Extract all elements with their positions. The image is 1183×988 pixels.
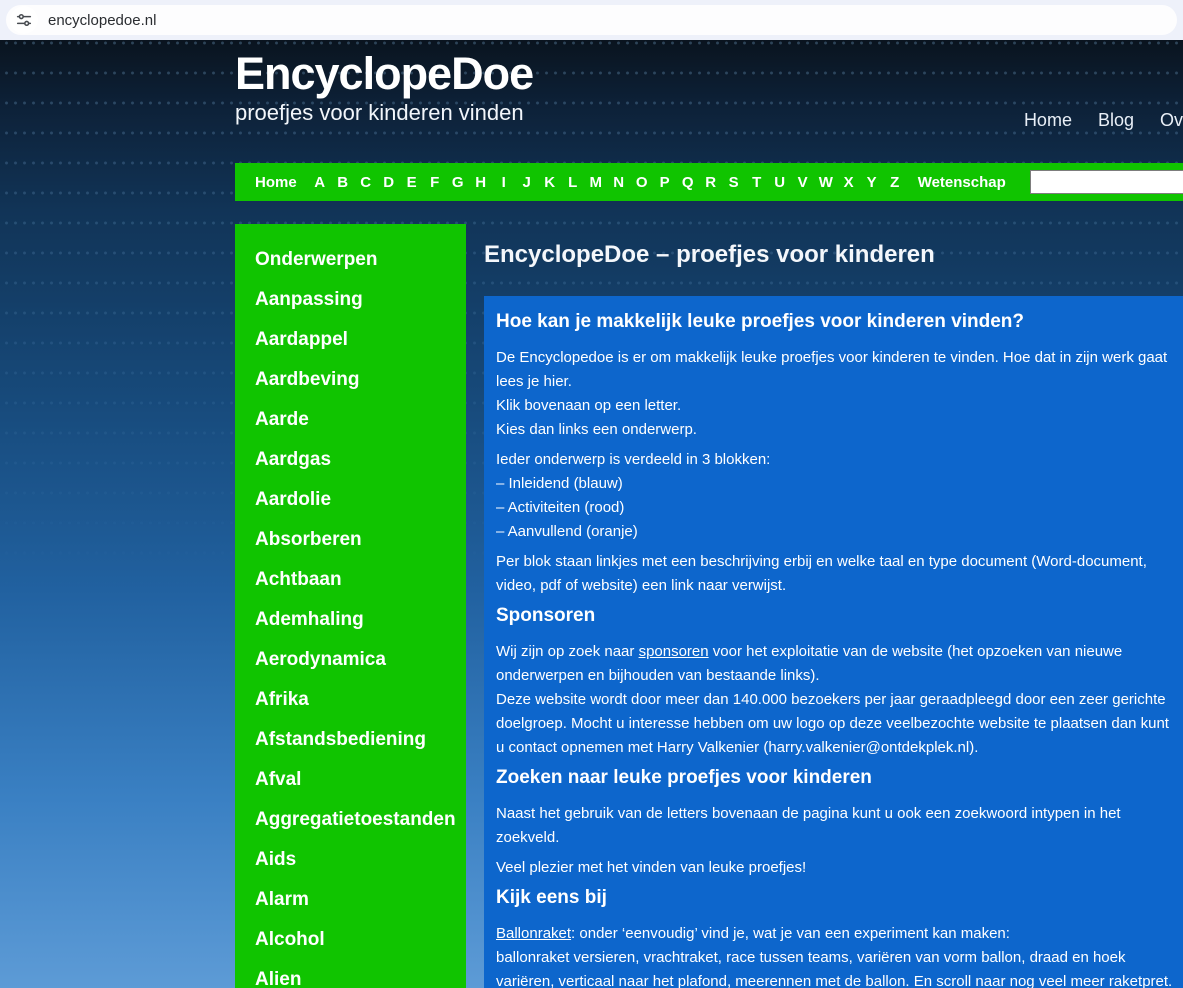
- sidebar-row: Achtbaan: [255, 560, 466, 600]
- paragraph: Naast het gebruik van de letters bovenaa…: [496, 805, 1121, 846]
- paragraph: De Encyclopedoe is er om makkelijk leuke…: [496, 349, 1168, 438]
- sidebar-row: Ademhaling: [255, 600, 466, 640]
- sidebar-item-ademhaling[interactable]: Ademhaling: [255, 609, 364, 630]
- sidebar-item-aggregatietoestanden[interactable]: Aggregatietoestanden: [255, 809, 456, 830]
- sidebar-row: Aids: [255, 840, 466, 880]
- sidebar-row: Aardolie: [255, 480, 466, 520]
- sidebar-item-aanpassing[interactable]: Aanpassing: [255, 289, 363, 310]
- main-content: EncyclopeDoe – proefjes voor kinderen Ho…: [484, 240, 1183, 988]
- sidebar-topics: Onderwerpen Aanpassing Aardappel Aardbevin…: [235, 224, 466, 988]
- section-heading: Zoeken naar leuke proefjes voor kinderen: [496, 767, 872, 788]
- letter-link-p[interactable]: P: [658, 174, 672, 191]
- sidebar-item-aardappel[interactable]: Aardappel: [255, 329, 348, 350]
- sidebar-row: Afrika: [255, 680, 466, 720]
- header-nav: Home Blog Over: [1024, 110, 1183, 131]
- sidebar-item-alarm[interactable]: Alarm: [255, 889, 309, 910]
- letter-link-l[interactable]: L: [566, 174, 580, 191]
- section-heading: Hoe kan je makkelijk leuke proefjes voor…: [496, 311, 1024, 332]
- sidebar-row: Afval: [255, 760, 466, 800]
- letterbar-home-link[interactable]: Home: [255, 174, 297, 191]
- sidebar-row: Aardgas: [255, 440, 466, 480]
- paragraph: Ieder onderwerp is verdeeld in 3 blokken…: [496, 451, 771, 540]
- letter-link-a[interactable]: A: [313, 174, 327, 191]
- sidebar-item-afrika[interactable]: Afrika: [255, 689, 309, 710]
- ballonraket-link[interactable]: Ballonraket: [496, 925, 571, 942]
- letter-link-c[interactable]: C: [359, 174, 373, 191]
- sidebar-item-aarde[interactable]: Aarde: [255, 409, 309, 430]
- sidebar-item-afval[interactable]: Afval: [255, 769, 301, 790]
- sidebar-row: Alcohol: [255, 920, 466, 960]
- letter-link-f[interactable]: F: [428, 174, 442, 191]
- paragraph: Veel plezier met het vinden van leuke pr…: [496, 859, 807, 876]
- letter-link-b[interactable]: B: [336, 174, 350, 191]
- page-title: EncyclopeDoe – proefjes voor kinderen: [484, 241, 935, 268]
- letter-link-y[interactable]: Y: [865, 174, 879, 191]
- paragraph: Ballonraket: onder ‘eenvoudig’ vind je, …: [496, 925, 1173, 988]
- tune-icon: [16, 14, 32, 26]
- letter-link-m[interactable]: M: [589, 174, 603, 191]
- letter-link-z[interactable]: Z: [888, 174, 902, 191]
- sidebar-title: Onderwerpen: [255, 249, 378, 270]
- sidebar-item-absorberen[interactable]: Absorberen: [255, 529, 362, 550]
- sidebar-item-achtbaan[interactable]: Achtbaan: [255, 569, 342, 590]
- sidebar-row: Aanpassing: [255, 280, 466, 320]
- header-nav-home[interactable]: Home: [1024, 110, 1072, 131]
- url-text[interactable]: encyclopedoe.nl: [48, 12, 156, 29]
- sidebar-item-aardolie[interactable]: Aardolie: [255, 489, 331, 510]
- page-background: EncyclopeDoe proefjes voor kinderen vind…: [0, 40, 1183, 988]
- address-bar[interactable]: encyclopedoe.nl: [6, 5, 1177, 35]
- letter-navbar: Home ABCDEFGHIJKLMNOPQRSTUVWXYZ Wetensch…: [235, 163, 1183, 201]
- sidebar-row: Aarde: [255, 400, 466, 440]
- letter-link-t[interactable]: T: [750, 174, 764, 191]
- sponsoren-link[interactable]: sponsoren: [639, 643, 709, 660]
- letter-link-r[interactable]: R: [704, 174, 718, 191]
- section-heading: Sponsoren: [496, 605, 596, 626]
- sidebar-row: Aerodynamica: [255, 640, 466, 680]
- paragraph: Per blok staan linkjes met een beschrijv…: [496, 553, 1147, 594]
- letter-link-x[interactable]: X: [842, 174, 856, 191]
- sidebar-item-alien[interactable]: Alien: [255, 969, 301, 988]
- content-box: Hoe kan je makkelijk leuke proefjes voor…: [484, 296, 1183, 988]
- letter-link-g[interactable]: G: [451, 174, 465, 191]
- sidebar-item-aerodynamica[interactable]: Aerodynamica: [255, 649, 386, 670]
- section-heading: Kijk eens bij: [496, 887, 607, 908]
- site-settings-button[interactable]: [10, 6, 38, 34]
- browser-toolbar: encyclopedoe.nl: [0, 0, 1183, 40]
- sidebar-item-alcohol[interactable]: Alcohol: [255, 929, 325, 950]
- header-nav-blog[interactable]: Blog: [1098, 110, 1134, 131]
- sidebar-row: Alien: [255, 960, 466, 988]
- sidebar-item-afstandsbediening[interactable]: Afstandsbediening: [255, 729, 426, 750]
- letter-link-u[interactable]: U: [773, 174, 787, 191]
- letter-links: ABCDEFGHIJKLMNOPQRSTUVWXYZ: [313, 174, 902, 191]
- site-title: EncyclopeDoe: [235, 48, 534, 99]
- letterbar-wetenschap-link[interactable]: Wetenschap: [918, 174, 1006, 191]
- sidebar-row: Aardappel: [255, 320, 466, 360]
- letter-link-e[interactable]: E: [405, 174, 419, 191]
- letter-link-h[interactable]: H: [474, 174, 488, 191]
- sidebar-item-aardbeving[interactable]: Aardbeving: [255, 369, 360, 390]
- site-subtitle: proefjes voor kinderen vinden: [235, 100, 524, 125]
- letter-link-k[interactable]: K: [543, 174, 557, 191]
- sidebar-item-aids[interactable]: Aids: [255, 849, 296, 870]
- header-nav-over[interactable]: Over: [1160, 110, 1183, 131]
- letter-link-w[interactable]: W: [819, 174, 833, 191]
- sidebar-row: Absorberen: [255, 520, 466, 560]
- letter-link-n[interactable]: N: [612, 174, 626, 191]
- site-logo[interactable]: EncyclopeDoe proefjes voor kinderen vind…: [235, 48, 534, 126]
- letter-link-v[interactable]: V: [796, 174, 810, 191]
- letter-link-d[interactable]: D: [382, 174, 396, 191]
- sidebar-item-aardgas[interactable]: Aardgas: [255, 449, 331, 470]
- letter-link-j[interactable]: J: [520, 174, 534, 191]
- letter-link-s[interactable]: S: [727, 174, 741, 191]
- letter-link-q[interactable]: Q: [681, 174, 695, 191]
- letter-link-i[interactable]: I: [497, 174, 511, 191]
- search-input[interactable]: [1029, 170, 1183, 194]
- sidebar-row: Afstandsbediening: [255, 720, 466, 760]
- sidebar-list: Aanpassing Aardappel Aardbeving Aarde Aardga…: [255, 280, 466, 988]
- sidebar-row: Aardbeving: [255, 360, 466, 400]
- sidebar-row: Aggregatietoestanden: [255, 800, 466, 840]
- sidebar-row: Alarm: [255, 880, 466, 920]
- letter-link-o[interactable]: O: [635, 174, 649, 191]
- paragraph: Wij zijn op zoek naar sponsoren voor het…: [496, 643, 1169, 756]
